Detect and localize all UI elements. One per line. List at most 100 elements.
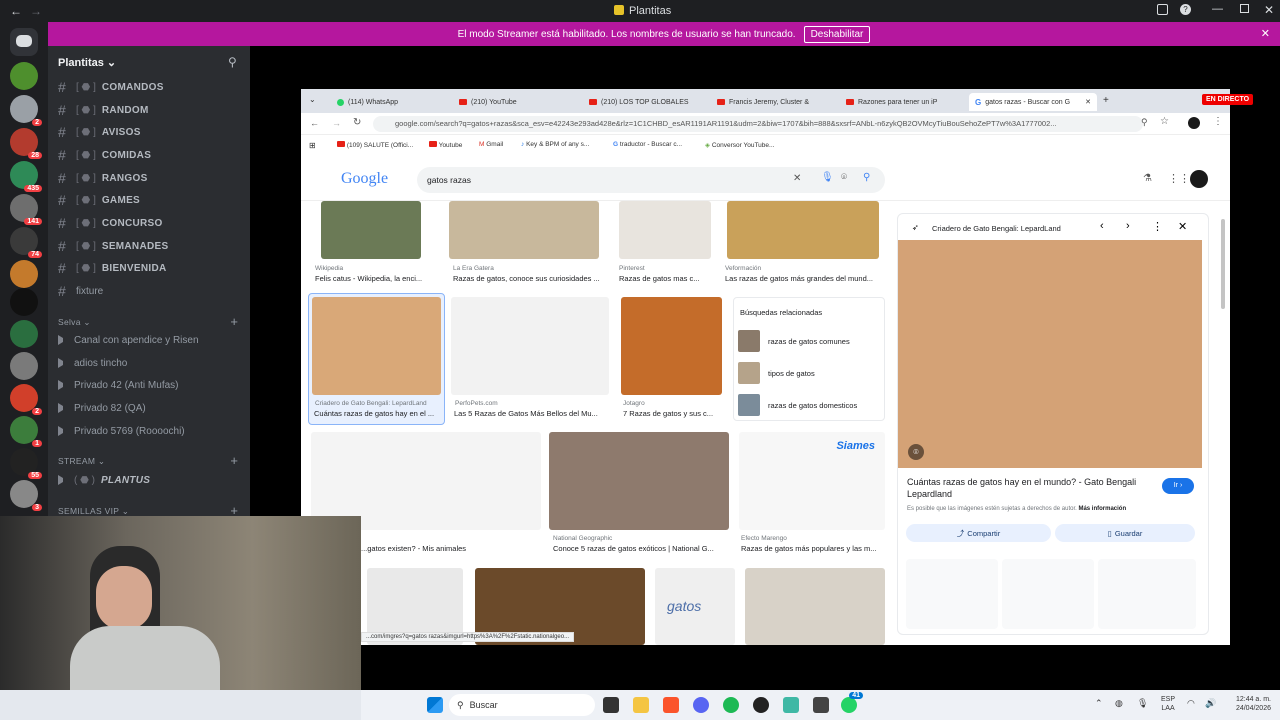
tab-gatos-razas[interactable]: Ggatos razas - Buscar con G ✕ <box>969 93 1097 111</box>
voice-channel-item[interactable]: Privado 42 (Anti Mufas) <box>58 376 179 394</box>
voice-search-icon[interactable]: 🎙 <box>821 172 834 183</box>
inbox-icon[interactable] <box>1157 4 1168 15</box>
app-icon[interactable] <box>783 697 799 713</box>
server-icon[interactable]: 28 <box>10 128 42 159</box>
share-button[interactable]: ⤴ Compartir <box>906 524 1051 542</box>
help-icon[interactable]: ? <box>1180 4 1191 15</box>
discord-home-icon[interactable] <box>10 28 38 56</box>
result-title[interactable]: Conoce 5 razas de gatos exóticos | Natio… <box>553 544 733 553</box>
server-icon[interactable]: 1 <box>10 416 42 447</box>
clock[interactable]: 12:44 a. m. 24/04/2026 <box>1223 695 1271 713</box>
brave-browser-icon[interactable] <box>663 697 679 713</box>
result-title[interactable]: Razas de gatos mas c... <box>619 274 719 283</box>
channel-item[interactable]: #[ ⬣ ] CONCURSO <box>58 214 163 232</box>
result-image[interactable]: Siames <box>739 432 885 530</box>
visit-button[interactable]: Ir › <box>1162 478 1194 494</box>
result-image[interactable] <box>549 432 729 530</box>
bookmark-item[interactable]: ◈ Conversor YouTube... <box>705 141 774 149</box>
tab-razones[interactable]: Razones para tener un iP <box>840 93 964 111</box>
server-icon[interactable] <box>10 320 38 348</box>
channel-item[interactable]: #[ ⬣ ] RANGOS <box>58 169 148 187</box>
google-apps-icon[interactable]: ⋮⋮ <box>1168 172 1190 185</box>
channel-item[interactable]: #[ ⬣ ] RANDOM <box>58 101 149 119</box>
discord-icon[interactable] <box>693 697 709 713</box>
account-avatar[interactable] <box>1190 170 1208 188</box>
result-image[interactable] <box>745 568 885 645</box>
network-icon[interactable]: ◍ <box>1115 698 1123 709</box>
windows-start-icon[interactable] <box>427 697 443 713</box>
result-image[interactable] <box>619 201 711 259</box>
channel-item[interactable]: #[ ⬣ ] AVISOS <box>58 123 141 141</box>
back-arrow-icon[interactable]: ← <box>10 4 22 18</box>
language-indicator[interactable]: ESP LAA <box>1161 695 1175 713</box>
result-title[interactable]: Las razas de gatos más grandes del mund.… <box>725 274 885 283</box>
close-preview-icon[interactable]: ✕ <box>1178 220 1187 233</box>
bookmark-item[interactable]: Youtube <box>429 141 462 149</box>
show-hidden-icons[interactable]: ⌃ <box>1095 698 1103 709</box>
add-channel-icon[interactable]: + <box>230 453 238 468</box>
bookmark-star-icon[interactable]: ☆ <box>1160 116 1169 127</box>
browser-menu-icon[interactable]: ⋮ <box>1213 116 1223 127</box>
channel-item[interactable]: #[ ⬣ ] BIENVENIDA <box>58 259 167 277</box>
voice-channel-item[interactable]: Privado 5769 (Roooochi) <box>58 422 185 440</box>
related-item[interactable]: razas de gatos comunes <box>768 337 850 346</box>
server-icon[interactable]: 435 <box>10 161 42 192</box>
google-logo[interactable]: Google <box>341 170 388 188</box>
preview-title[interactable]: Cuántas razas de gatos hay en el mundo? … <box>907 476 1147 500</box>
spotify-icon[interactable] <box>723 697 739 713</box>
url-field[interactable]: google.com/search?q=gatos+razas&sca_esv=… <box>373 116 1143 132</box>
reload-icon[interactable]: ↻ <box>353 117 361 128</box>
save-button[interactable]: ▯ Guardar <box>1055 524 1195 542</box>
bookmark-item[interactable]: ♪ Key & BPM of any s... <box>521 141 589 148</box>
server-icon[interactable]: 141 <box>10 194 42 225</box>
server-icon[interactable]: 55 <box>10 448 42 479</box>
maximize-icon[interactable] <box>1240 4 1249 13</box>
bookmark-item[interactable]: (109) SALUTE (Offici... <box>337 141 413 149</box>
lens-search-icon[interactable]: ⌾ <box>908 444 924 460</box>
result-title[interactable]: Razas de gatos más populares y las m... <box>741 544 887 553</box>
bookmark-item[interactable]: G traductor - Buscar c... <box>613 141 682 148</box>
result-image[interactable]: gatos <box>655 568 735 645</box>
server-icon[interactable]: 2 <box>10 384 42 415</box>
forward-icon[interactable]: → <box>332 118 341 128</box>
result-image[interactable] <box>621 297 722 395</box>
result-title[interactable]: Las 5 Razas de Gatos Más Bellos del Mu..… <box>454 409 604 418</box>
channel-item[interactable]: #[ ⬣ ] COMIDAS <box>58 146 151 164</box>
channel-item[interactable]: #[ ⬣ ] COMANDOS <box>58 78 164 96</box>
disable-streamer-button[interactable]: Deshabilitar <box>803 25 871 43</box>
category-selva[interactable]: Selva ⌄ <box>58 317 91 328</box>
result-image[interactable] <box>451 297 609 395</box>
voice-channel-item[interactable]: ( ⬣ ) PLANTUS <box>58 471 150 489</box>
whatsapp-icon[interactable]: 41 <box>841 692 863 713</box>
server-name-header[interactable]: Plantitas ⌄ <box>58 56 116 69</box>
server-icon[interactable] <box>10 288 38 316</box>
related-item[interactable]: tipos de gatos <box>768 369 815 378</box>
profile-avatar[interactable] <box>1188 117 1200 129</box>
voice-channel-item[interactable]: Canal con apendice y Risen <box>58 331 199 349</box>
bookmark-item[interactable]: M Gmail <box>479 141 503 148</box>
server-icon[interactable]: 3 <box>10 480 42 511</box>
category-stream[interactable]: STREAM ⌄ <box>58 456 105 467</box>
clear-search-icon[interactable]: ✕ <box>793 173 801 184</box>
tab-close-icon[interactable]: ✕ <box>1085 98 1091 106</box>
server-icon[interactable] <box>10 352 38 380</box>
voice-channel-item[interactable]: Privado 82 (QA) <box>58 399 146 417</box>
voice-channel-item[interactable]: adios tincho <box>58 354 127 372</box>
tab-top-globales[interactable]: (210) LOS TOP GLOBALES <box>583 93 707 111</box>
microphone-icon[interactable]: 🎙 <box>1137 698 1148 709</box>
taskbar-search[interactable]: ⚲ Buscar <box>449 694 595 716</box>
server-icon[interactable]: 2 <box>10 95 42 126</box>
server-icon[interactable] <box>10 62 38 90</box>
more-options-icon[interactable]: ⋮ <box>1152 220 1163 233</box>
result-title[interactable]: 7 Razas de gatos y sus c... <box>623 409 723 418</box>
preview-source[interactable]: Criadero de Gato Bengali: LepardLand <box>932 224 1061 233</box>
obs-icon[interactable] <box>753 697 769 713</box>
tab-francis-jeremy[interactable]: Francis Jeremy, Cluster & <box>711 93 835 111</box>
channel-item[interactable]: #[ ⬣ ] GAMES <box>58 191 140 209</box>
more-info-link[interactable]: Más información <box>1078 506 1126 512</box>
result-title[interactable]: Felis catus - Wikipedia, la enci... <box>315 274 435 283</box>
prev-image-icon[interactable]: ‹ <box>1100 220 1104 232</box>
next-image-icon[interactable]: › <box>1126 220 1130 232</box>
new-tab-icon[interactable]: + <box>1103 95 1109 106</box>
volume-icon[interactable]: 🔊 <box>1205 698 1216 709</box>
